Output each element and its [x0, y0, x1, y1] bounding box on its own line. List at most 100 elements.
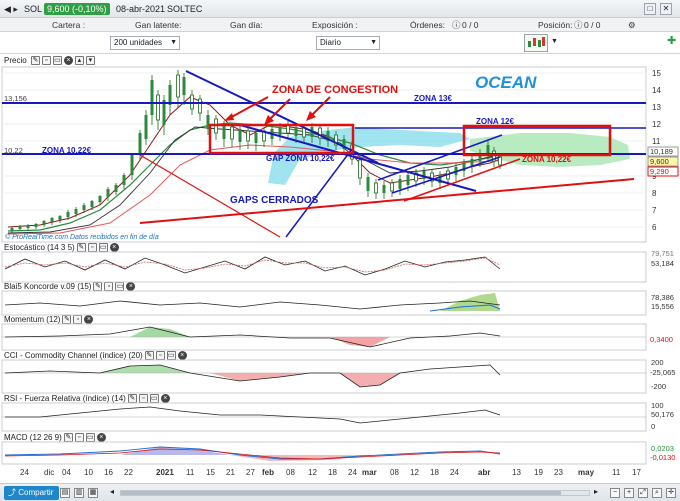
indicator-value: 50,176 — [651, 410, 674, 419]
share-button-label: Compartir — [18, 488, 54, 497]
crosshair-icon[interactable]: ✛ — [666, 488, 676, 498]
x-tick: 21 — [226, 468, 235, 477]
x-tick: 27 — [246, 468, 255, 477]
bar-chart-icon[interactable]: ▥ — [74, 488, 84, 498]
x-tick: mar — [362, 468, 377, 477]
chart-toolbar: 200 unidades ▼ Diario ▼ ▼ ✚ — [0, 32, 680, 54]
y-tick: 11 — [652, 137, 661, 146]
status-bar: ⤴ Compartir ▤ ▥ ▦ ◂ ▸ − + ⤢ ⌕ ✛ — [0, 483, 680, 501]
indicator-value: -0,0130 — [650, 453, 675, 462]
scrollbar-thumb[interactable] — [121, 491, 561, 495]
gaps-cerrados-label: GAPS CERRADOS — [230, 195, 319, 206]
x-tick: feb — [262, 468, 274, 477]
settings-icon[interactable]: ⚙ — [628, 18, 636, 32]
stoch-panel-frame — [1, 251, 647, 283]
x-tick: 08 — [390, 468, 399, 477]
x-tick: 12 — [410, 468, 419, 477]
x-tick: 22 — [124, 468, 133, 477]
indicator-value: 200 — [651, 358, 664, 367]
scroll-right-icon[interactable]: ▸ — [594, 487, 598, 496]
macd-panel-frame — [1, 441, 647, 465]
title-bar: ◀ ▸ SOL 9,600 (-0,10%) 08-abr-2021 SOLTE… — [0, 0, 680, 18]
indicator-value: 79,751 — [651, 249, 674, 258]
x-tick: 19 — [534, 468, 543, 477]
posicion-label: Posición: — [538, 20, 573, 30]
scroll-left-icon[interactable]: ◂ — [110, 487, 114, 496]
period-select-value: Diario — [320, 38, 341, 47]
x-tick: dic — [44, 468, 54, 477]
red-arrowhead-1 — [224, 113, 234, 121]
zona-congestion-label: ZONA DE CONGESTION — [272, 84, 398, 96]
chart-style-icon[interactable] — [524, 34, 548, 52]
x-tick: 13 — [512, 468, 521, 477]
exposicion-label: Exposición : — [312, 20, 358, 30]
koncorde-line — [4, 300, 501, 310]
ocean-label: OCEAN — [475, 73, 537, 92]
line-chart-icon[interactable]: ▦ — [88, 488, 98, 498]
x-tick: 16 — [104, 468, 113, 477]
indicator-value: 78,386 — [651, 293, 674, 302]
y-tick: 15 — [652, 69, 661, 78]
scrollbar-track[interactable] — [120, 490, 590, 496]
chart-style-chevron-icon[interactable]: ▼ — [551, 38, 558, 45]
level-13156-label: 13,156 — [4, 94, 27, 103]
x-tick: 24 — [450, 468, 459, 477]
x-tick: 15 — [206, 468, 215, 477]
period-select[interactable]: Diario ▼ — [316, 36, 380, 50]
nav-arrows-icon[interactable]: ◀ ▸ — [4, 0, 18, 18]
x-tick: abr — [478, 468, 490, 477]
indicator-value: 0,3400 — [650, 335, 673, 344]
x-tick: 11 — [186, 468, 195, 477]
units-select[interactable]: 200 unidades ▼ — [110, 36, 180, 50]
posicion-info-icon[interactable]: ⓘ — [574, 18, 583, 32]
posicion-value: 0 / 0 — [584, 20, 601, 30]
symbol-name: SOLTEC — [167, 4, 203, 14]
magnifier-icon[interactable]: ⌕ — [652, 488, 662, 498]
share-icon: ⤴ — [8, 488, 16, 497]
quote-date: 08-abr-2021 — [116, 4, 166, 14]
chevron-down-icon: ▼ — [170, 39, 177, 46]
x-tick: 23 — [554, 468, 563, 477]
zona-13-label: ZONA 13€ — [414, 94, 452, 103]
cci-negative-area — [210, 373, 310, 381]
y-tick: 6 — [652, 223, 657, 232]
watermark: © ProRealTime.com Datos recibidos en fin… — [5, 233, 159, 241]
y-tick: 12 — [652, 120, 661, 129]
x-tick: 24 — [20, 468, 29, 477]
ordenes-info-icon[interactable]: ⓘ — [452, 18, 461, 32]
instrument-label: SOL — [24, 4, 43, 14]
account-info-bar: Cartera : Gan latente: Gan día: Exposici… — [0, 18, 680, 32]
last-value: 9,600 — [650, 157, 669, 166]
zona-1022-left-label: ZONA 10,22€ — [42, 146, 92, 155]
share-button[interactable]: ⤴ Compartir — [4, 486, 60, 500]
x-tick: 11 — [612, 468, 621, 477]
x-tick: 04 — [62, 468, 71, 477]
ordenes-label: Órdenes: — [410, 20, 445, 30]
add-indicator-icon[interactable]: ✚ — [667, 34, 676, 47]
x-tick: may — [578, 468, 595, 477]
zoom-in-icon[interactable]: + — [624, 488, 634, 498]
y-tick: 8 — [652, 189, 657, 198]
y-tick: 13 — [652, 103, 661, 112]
zoom-out-icon[interactable]: − — [610, 488, 620, 498]
x-tick: 12 — [308, 468, 317, 477]
maximize-icon[interactable]: □ — [644, 3, 656, 15]
cci-negative-area-2 — [340, 373, 400, 387]
ordenes-value: 0 / 0 — [462, 20, 479, 30]
momentum-negative-area — [330, 337, 390, 347]
indicator-value: -25,065 — [650, 368, 675, 377]
y-tick: 7 — [652, 206, 657, 215]
x-tick: 10 — [84, 468, 93, 477]
y-tick: 14 — [652, 86, 661, 95]
red-support-line — [139, 178, 635, 224]
x-tick: 08 — [286, 468, 295, 477]
chart-type-icon[interactable]: ▤ — [60, 488, 70, 498]
zona-1022-right-label: ZONA 10,22€ — [522, 155, 572, 164]
x-tick: 2021 — [156, 468, 174, 477]
close-window-icon[interactable]: ✕ — [660, 3, 672, 15]
zoom-fit-icon[interactable]: ⤢ — [638, 488, 648, 498]
chart-area[interactable]: OCEAN ZONA DE CONGESTION ZONA 13€ ZONA 1… — [0, 55, 680, 483]
units-select-value: 200 unidades — [114, 38, 163, 47]
rsi-line — [5, 406, 501, 424]
last-value: 9,290 — [650, 167, 669, 176]
